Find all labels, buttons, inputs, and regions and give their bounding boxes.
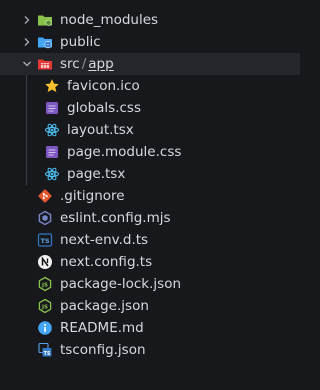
svg-text:JS: JS [41, 305, 48, 311]
star-icon [44, 78, 60, 94]
file-label: next.config.ts [60, 254, 153, 270]
nodejs-icon: JS [37, 298, 53, 314]
tree-file-layout-tsx[interactable]: layout.tsx [0, 119, 300, 141]
typescript-icon: TS [37, 232, 53, 248]
folder-label: public [60, 34, 101, 50]
folder-node-icon [37, 12, 53, 28]
folder-public-icon [37, 34, 53, 50]
file-label: README.md [60, 320, 144, 336]
react-icon [44, 122, 60, 138]
tree-file-page-tsx[interactable]: page.tsx [0, 163, 300, 185]
tree-file-gitignore[interactable]: .gitignore [0, 185, 300, 207]
nodejs-icon: JS [37, 276, 53, 292]
tree-folder-node-modules[interactable]: node_modules [0, 9, 300, 31]
file-label: globals.css [67, 100, 141, 116]
tree-file-favicon[interactable]: favicon.ico [0, 75, 300, 97]
folder-label: node_modules [60, 12, 159, 28]
file-label: eslint.config.mjs [60, 210, 171, 226]
tree-file-tsconfig[interactable]: TS tsconfig.json [0, 339, 300, 361]
file-label: tsconfig.json [60, 342, 146, 358]
tree-file-globals-css[interactable]: globals.css [0, 97, 300, 119]
tree-file-eslint-config[interactable]: eslint.config.mjs [0, 207, 300, 229]
tree-folder-src-app[interactable]: src / app [0, 53, 300, 75]
tree-file-next-env[interactable]: TS next-env.d.ts [0, 229, 300, 251]
eslint-icon [37, 210, 53, 226]
chevron-right-icon[interactable] [20, 13, 34, 27]
chevron-right-icon[interactable] [20, 35, 34, 49]
indent-guide [26, 163, 27, 185]
file-explorer: node_modules public src / app favicon.ic… [0, 0, 300, 390]
file-label: page.tsx [67, 166, 126, 182]
indent-guide [26, 97, 27, 119]
info-icon [37, 320, 53, 336]
chevron-down-icon[interactable] [20, 57, 34, 71]
folder-app-icon [37, 56, 53, 72]
file-label: package.json [60, 298, 149, 314]
tree-file-next-config[interactable]: next.config.ts [0, 251, 300, 273]
file-label: layout.tsx [67, 122, 134, 138]
react-icon [44, 166, 60, 182]
css-file-icon [44, 100, 60, 116]
tree-folder-public[interactable]: public [0, 31, 300, 53]
file-label: package-lock.json [60, 276, 182, 292]
indent-guide [26, 75, 27, 97]
path-separator: / [81, 56, 87, 72]
folder-label-src: src [60, 56, 80, 72]
file-label: favicon.ico [67, 78, 140, 94]
git-icon [37, 188, 53, 204]
css-file-icon [44, 144, 60, 160]
tsconfig-icon: TS [37, 342, 53, 358]
file-label: .gitignore [60, 188, 125, 204]
tree-file-package-lock[interactable]: JS package-lock.json [0, 273, 300, 295]
nextjs-icon [37, 254, 53, 270]
folder-label-app: app [88, 56, 114, 72]
tree-file-package-json[interactable]: JS package.json [0, 295, 300, 317]
indent-guide [26, 141, 27, 163]
svg-text:TS: TS [40, 237, 49, 245]
indent-guide [26, 119, 27, 141]
svg-text:TS: TS [43, 351, 50, 357]
tree-file-page-module-css[interactable]: page.module.css [0, 141, 300, 163]
file-label: page.module.css [67, 144, 182, 160]
file-label: next-env.d.ts [60, 232, 149, 248]
svg-text:JS: JS [41, 283, 48, 289]
tree-file-readme[interactable]: README.md [0, 317, 300, 339]
